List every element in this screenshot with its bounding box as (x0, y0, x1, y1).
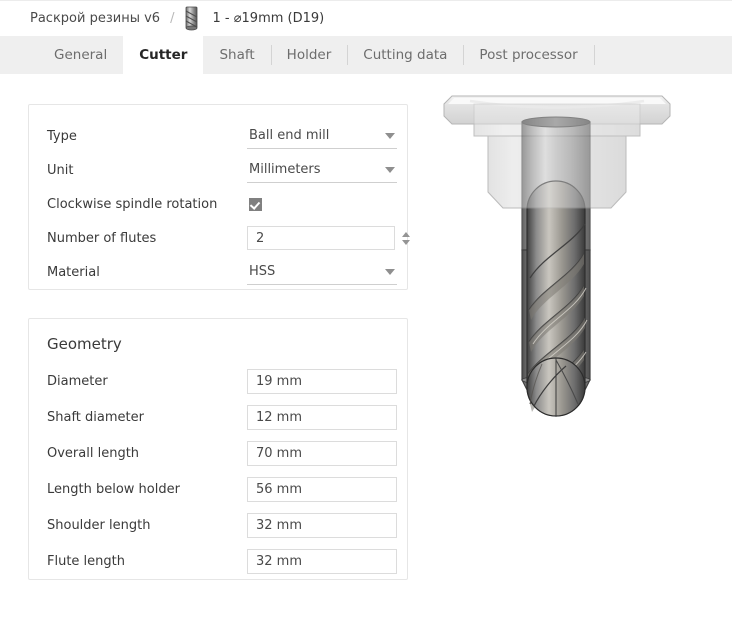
field-label: Shoulder length (47, 517, 151, 533)
tab-label: Cutting data (363, 47, 448, 63)
field-control: 70 mm (247, 440, 397, 466)
field-row-flute-length: Flute length 32 mm (47, 543, 397, 579)
tool-3d-viewport[interactable] (430, 74, 732, 618)
shoulder-length-input[interactable]: 32 mm (247, 512, 397, 538)
ball-nose-tip (526, 357, 586, 417)
chevron-down-icon (385, 166, 395, 173)
shaft-diameter-input[interactable]: 12 mm (247, 404, 397, 430)
field-label: Shaft diameter (47, 409, 144, 425)
overall-length-input[interactable]: 70 mm (247, 440, 397, 466)
tab-cutting-data[interactable]: Cutting data (347, 36, 463, 74)
geometry-field-list: Diameter 19 mm Shaft diameter 12 mm Over… (29, 359, 407, 579)
tab-holder[interactable]: Holder (270, 36, 348, 74)
stepper-arrows[interactable] (399, 226, 413, 250)
end-mill-icon (183, 6, 200, 31)
flute-length-input[interactable]: 32 mm (247, 548, 397, 574)
field-row-type: Type Ball end mill (47, 119, 397, 153)
breadcrumb-tool-name: 1 - ⌀19mm (D19) (212, 11, 325, 26)
tab-shaft[interactable]: Shaft (203, 36, 270, 74)
length-below-holder-input[interactable]: 56 mm (247, 476, 397, 502)
field-row-shoulder-length: Shoulder length 32 mm (47, 507, 397, 543)
tab-label: Shaft (219, 47, 255, 63)
unit-dropdown[interactable]: Millimeters (247, 158, 397, 183)
type-dropdown-value: Ball end mill (249, 128, 330, 143)
field-label: Length below holder (47, 481, 180, 497)
tab-general[interactable]: General (38, 36, 123, 74)
field-row-unit: Unit Millimeters (47, 153, 397, 187)
field-label: Unit (47, 162, 74, 178)
tab-label: Post processor (479, 47, 578, 63)
field-control: Millimeters (247, 158, 397, 183)
number-of-flutes-input[interactable]: 2 (247, 226, 395, 250)
tab-post-processor[interactable]: Post processor (463, 36, 593, 74)
geometry-panel-title: Geometry (47, 335, 122, 353)
chevron-down-icon (385, 268, 395, 275)
breadcrumb: Раскрой резины v6 / 1 - ⌀19mm (D19) (0, 0, 732, 36)
field-row-length-below-holder: Length below holder 56 mm (47, 471, 397, 507)
field-label: Type (47, 128, 77, 144)
field-row-shaft-diameter: Shaft diameter 12 mm (47, 399, 397, 435)
tab-trailing-divider (593, 36, 626, 74)
field-control (247, 197, 391, 211)
field-row-number-of-flutes: Number of flutes 2 (47, 221, 410, 255)
tab-cutter[interactable]: Cutter (123, 36, 204, 74)
chevron-down-icon (385, 132, 395, 139)
cutter-settings-panel: Type Ball end mill Unit Millimeters Cloc… (28, 104, 410, 290)
field-control: 56 mm (247, 476, 397, 502)
tab-label: General (54, 47, 108, 63)
cutter-field-list: Type Ball end mill Unit Millimeters Cloc… (29, 105, 410, 289)
field-label: Flute length (47, 553, 125, 569)
field-control: 2 (247, 226, 413, 250)
unit-dropdown-value: Millimeters (249, 162, 321, 177)
tool-3d-model (443, 95, 671, 417)
field-label: Clockwise spindle rotation (47, 196, 218, 212)
clockwise-spindle-rotation-checkbox[interactable] (249, 197, 262, 211)
tab-label: Cutter (139, 47, 188, 63)
flutes-stepper: 2 (247, 226, 413, 250)
stepper-up-icon[interactable] (402, 231, 410, 237)
field-row-diameter: Diameter 19 mm (47, 363, 397, 399)
field-row-material: Material HSS (47, 255, 397, 289)
holder-front-overlay (473, 103, 641, 209)
breadcrumb-separator: / (170, 11, 175, 26)
field-control: 32 mm (247, 512, 397, 538)
field-control: HSS (247, 260, 397, 285)
field-control: 12 mm (247, 404, 397, 430)
material-dropdown-value: HSS (249, 264, 276, 279)
field-label: Overall length (47, 445, 140, 461)
field-label: Diameter (47, 373, 108, 389)
tab-bar: General Cutter Shaft Holder Cutting data… (0, 36, 732, 74)
field-control: 19 mm (247, 368, 397, 394)
tab-label: Holder (286, 47, 332, 63)
field-label: Number of flutes (47, 230, 157, 246)
geometry-panel: Geometry Diameter 19 mm Shaft diameter 1… (28, 318, 408, 580)
breadcrumb-project-link[interactable]: Раскрой резины v6 (30, 11, 160, 26)
diameter-input[interactable]: 19 mm (247, 368, 397, 394)
field-row-overall-length: Overall length 70 mm (47, 435, 397, 471)
type-dropdown[interactable]: Ball end mill (247, 124, 397, 149)
field-label: Material (47, 264, 100, 280)
stepper-down-icon[interactable] (402, 239, 410, 245)
content-area: Type Ball end mill Unit Millimeters Cloc… (0, 74, 732, 618)
material-dropdown[interactable]: HSS (247, 260, 397, 285)
field-control: Ball end mill (247, 124, 397, 149)
field-row-clockwise-rotation: Clockwise spindle rotation (47, 187, 391, 221)
field-control: 32 mm (247, 548, 397, 574)
